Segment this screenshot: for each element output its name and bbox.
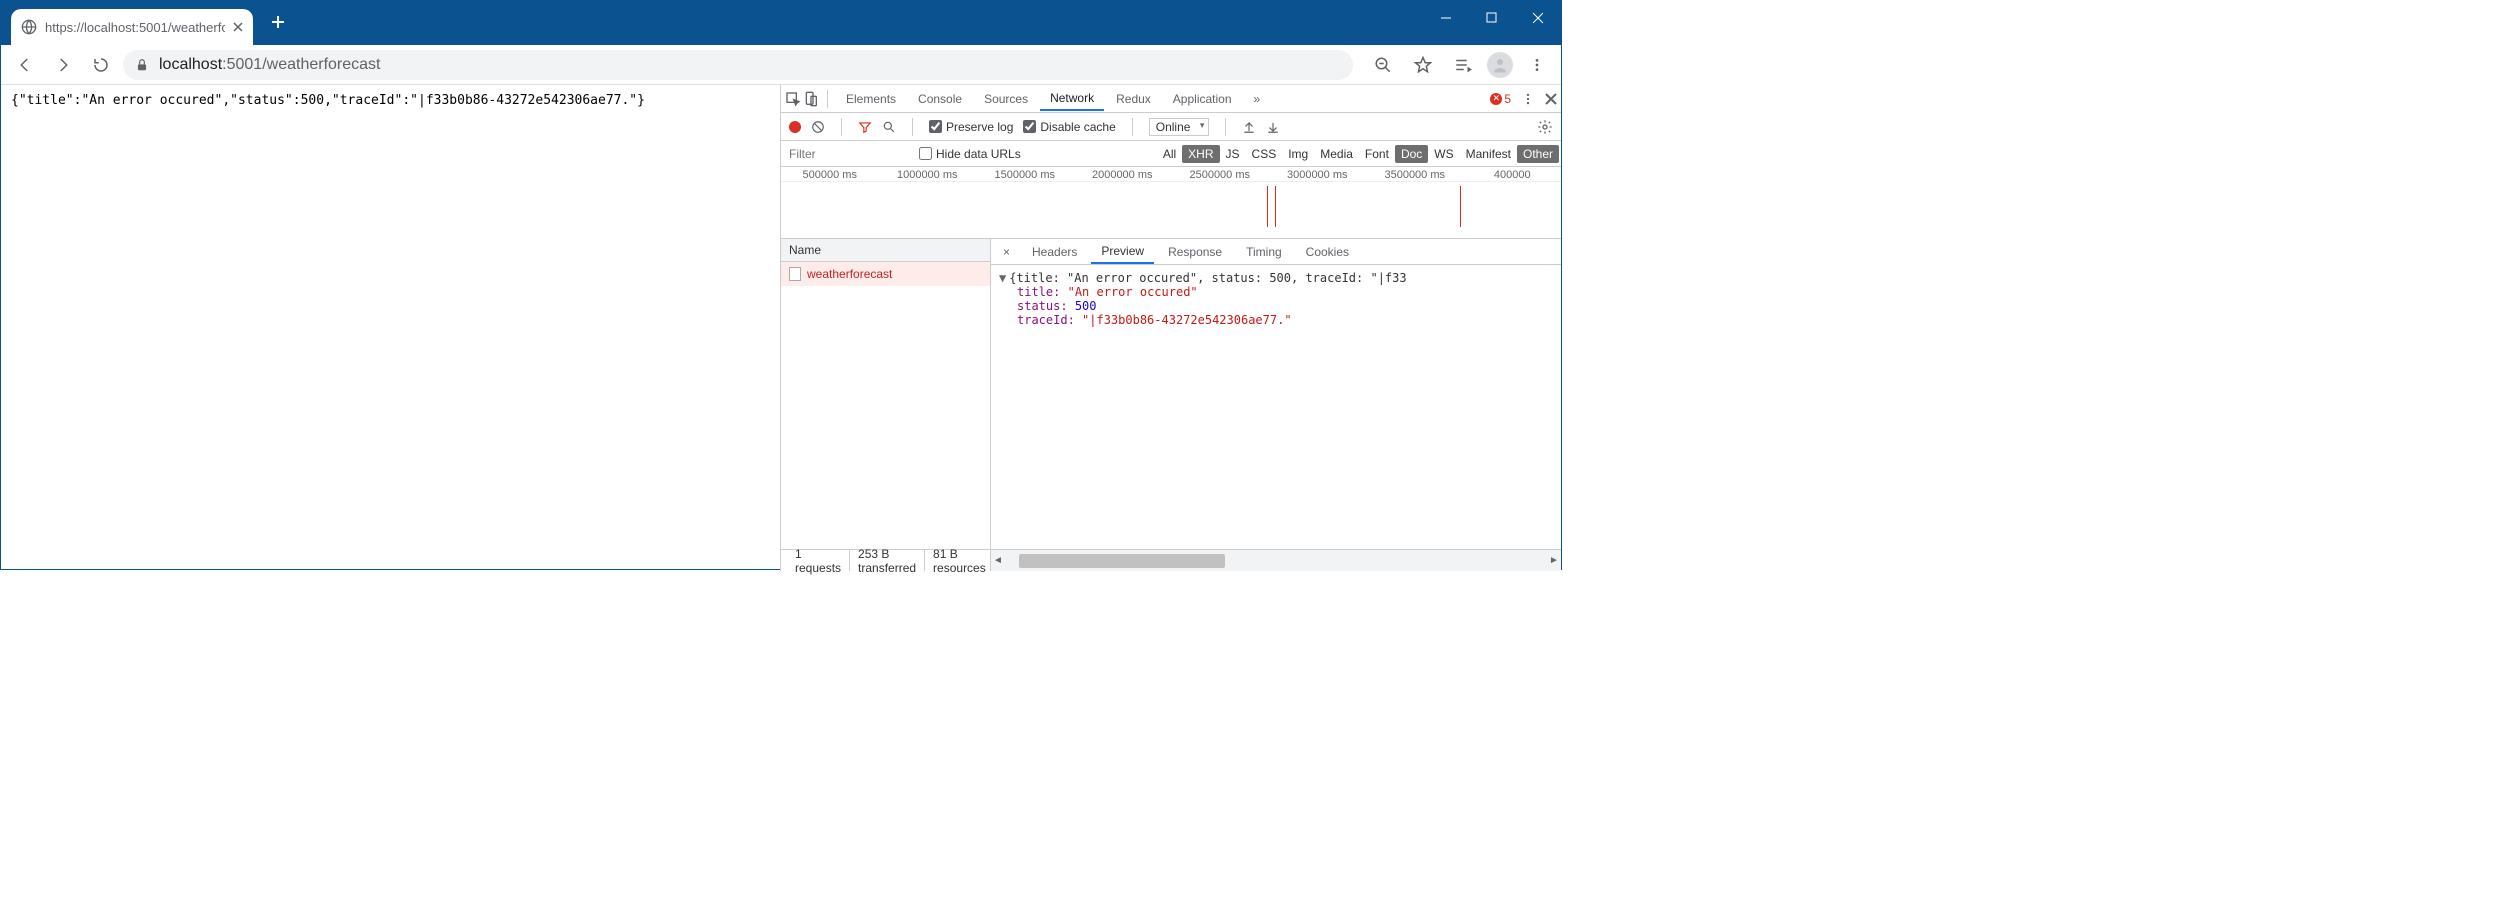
tab-elements[interactable]: Elements xyxy=(836,88,906,110)
timeline-ticks: 500000 ms 1000000 ms 1500000 ms 2000000 … xyxy=(781,167,1561,181)
type-img[interactable]: Img xyxy=(1282,145,1314,163)
preview-body: ▼{title: "An error occured", status: 500… xyxy=(991,265,1561,549)
type-font[interactable]: Font xyxy=(1359,145,1395,163)
maximize-button[interactable] xyxy=(1469,1,1515,35)
record-button[interactable] xyxy=(789,121,801,133)
detail-tab-cookies[interactable]: Cookies xyxy=(1296,241,1359,263)
back-button[interactable] xyxy=(9,49,41,81)
reload-button[interactable] xyxy=(85,49,117,81)
zoom-icon[interactable] xyxy=(1367,49,1399,81)
window-controls xyxy=(1423,1,1561,35)
disable-cache-checkbox[interactable]: Disable cache xyxy=(1023,120,1115,134)
scroll-left-icon[interactable]: ◄ xyxy=(991,555,1005,566)
type-doc[interactable]: Doc xyxy=(1395,145,1428,163)
request-detail: × Headers Preview Response Timing Cookie… xyxy=(991,239,1561,571)
network-toolbar: Preserve log Disable cache Online xyxy=(781,113,1561,141)
type-manifest[interactable]: Manifest xyxy=(1460,145,1517,163)
tab-application[interactable]: Application xyxy=(1163,88,1242,110)
tab-console[interactable]: Console xyxy=(908,88,972,110)
detail-tabbar: × Headers Preview Response Timing Cookie… xyxy=(991,239,1561,265)
devtools-close-icon[interactable] xyxy=(1545,93,1557,105)
toolbar-row: localhost:5001/weatherforecast xyxy=(1,45,1561,85)
tab-sources[interactable]: Sources xyxy=(974,88,1038,110)
throttling-select[interactable]: Online xyxy=(1149,118,1210,136)
tab-title: https://localhost:5001/weatherfo xyxy=(45,20,225,35)
upload-har-icon[interactable] xyxy=(1242,120,1256,134)
new-tab-button[interactable] xyxy=(271,15,285,31)
document-icon xyxy=(789,267,801,281)
menu-button[interactable] xyxy=(1521,49,1553,81)
detail-tab-preview[interactable]: Preview xyxy=(1091,240,1154,264)
tab-network[interactable]: Network xyxy=(1040,87,1104,111)
download-har-icon[interactable] xyxy=(1266,120,1280,134)
type-media[interactable]: Media xyxy=(1314,145,1359,163)
page-body-json: {"title":"An error occured","status":500… xyxy=(1,85,781,571)
close-window-button[interactable] xyxy=(1515,1,1561,35)
devtools-menu-icon[interactable] xyxy=(1521,92,1535,106)
stat-requests: 1 requests xyxy=(787,550,850,571)
type-css[interactable]: CSS xyxy=(1246,145,1283,163)
device-toggle-icon[interactable] xyxy=(803,91,819,107)
preserve-log-checkbox[interactable]: Preserve log xyxy=(929,120,1013,134)
type-filters: All XHR JS CSS Img Media Font Doc WS Man… xyxy=(1157,145,1561,163)
scroll-right-icon[interactable]: ► xyxy=(1547,555,1561,566)
tab-redux[interactable]: Redux xyxy=(1106,88,1161,110)
clear-icon[interactable] xyxy=(811,120,825,134)
hide-data-urls-checkbox[interactable]: Hide data URLs xyxy=(919,147,1021,161)
address-bar[interactable]: localhost:5001/weatherforecast xyxy=(123,50,1353,80)
filter-input[interactable] xyxy=(781,141,911,166)
forward-button[interactable] xyxy=(47,49,79,81)
request-row[interactable]: weatherforecast xyxy=(781,262,990,286)
detail-scrollbar: ◄ ► xyxy=(991,549,1561,571)
profile-avatar[interactable] xyxy=(1487,52,1513,78)
minimize-button[interactable] xyxy=(1423,1,1469,35)
devtools-tabbar: Elements Console Sources Network Redux A… xyxy=(781,85,1561,113)
type-js[interactable]: JS xyxy=(1220,145,1246,163)
close-tab-icon[interactable] xyxy=(233,22,243,32)
type-ws[interactable]: WS xyxy=(1428,145,1459,163)
window-titlebar: https://localhost:5001/weatherfo xyxy=(1,1,1561,45)
filter-icon[interactable] xyxy=(858,120,872,134)
devtools-panel: Elements Console Sources Network Redux A… xyxy=(781,85,1561,571)
horizontal-scrollbar[interactable] xyxy=(1019,554,1533,568)
inspect-element-icon[interactable] xyxy=(785,91,801,107)
detail-tab-headers[interactable]: Headers xyxy=(1022,241,1087,263)
lock-icon xyxy=(135,58,149,72)
browser-tab[interactable]: https://localhost:5001/weatherfo xyxy=(11,9,253,45)
network-filter-row: Hide data URLs All XHR JS CSS Img Media … xyxy=(781,141,1561,167)
request-statusbar: 1 requests 253 B transferred 81 B resour… xyxy=(781,549,990,571)
detail-close-icon[interactable]: × xyxy=(995,245,1018,259)
network-split: Name weatherforecast 1 requests 253 B tr… xyxy=(781,239,1561,571)
request-list: Name weatherforecast 1 requests 253 B tr… xyxy=(781,239,991,571)
stat-resources: 81 B resources xyxy=(925,550,994,571)
url-text: localhost:5001/weatherforecast xyxy=(159,56,380,74)
stat-transferred: 253 B transferred xyxy=(850,550,925,571)
type-all[interactable]: All xyxy=(1157,145,1182,163)
settings-gear-icon[interactable] xyxy=(1537,119,1553,135)
error-badge[interactable]: ✕5 xyxy=(1490,92,1511,106)
tree-toggle-icon[interactable]: ▼ xyxy=(999,271,1009,285)
media-icon[interactable] xyxy=(1447,49,1479,81)
globe-icon xyxy=(21,19,37,35)
bookmark-star-icon[interactable] xyxy=(1407,49,1439,81)
type-xhr[interactable]: XHR xyxy=(1182,145,1219,163)
request-name: weatherforecast xyxy=(807,267,892,281)
content-row: {"title":"An error occured","status":500… xyxy=(1,85,1561,571)
detail-tab-response[interactable]: Response xyxy=(1158,241,1232,263)
network-timeline[interactable]: 500000 ms 1000000 ms 1500000 ms 2000000 … xyxy=(781,167,1561,239)
search-icon[interactable] xyxy=(882,120,896,134)
type-other[interactable]: Other xyxy=(1517,145,1559,163)
tab-overflow-icon[interactable]: » xyxy=(1244,88,1271,110)
detail-tab-timing[interactable]: Timing xyxy=(1236,241,1292,263)
request-list-header[interactable]: Name xyxy=(781,239,990,262)
